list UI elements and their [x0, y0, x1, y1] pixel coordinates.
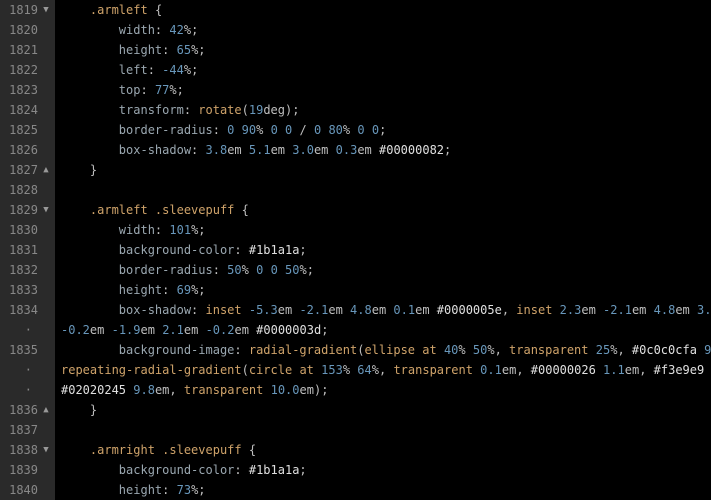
gutter-row: 1831	[6, 240, 52, 260]
line-number: 1833	[6, 280, 38, 300]
code-line[interactable]: .armleft {	[61, 0, 711, 20]
line-number: 1840	[6, 480, 38, 500]
gutter: 1819▼18201821182218231824182518261827▲18…	[0, 0, 55, 500]
gutter-row: 1823	[6, 80, 52, 100]
gutter-row: 1840	[6, 480, 52, 500]
gutter-row: 1826	[6, 140, 52, 160]
gutter-row: 1829▼	[6, 200, 52, 220]
gutter-row: ·	[6, 320, 52, 340]
fold-icon[interactable]: ▼	[40, 440, 52, 460]
fold-icon[interactable]: ▼	[40, 0, 52, 20]
gutter-row: ·	[6, 360, 52, 380]
gutter-row: 1819▼	[6, 0, 52, 20]
line-number: 1820	[6, 20, 38, 40]
line-number: 1830	[6, 220, 38, 240]
code-line[interactable]: }	[61, 400, 711, 420]
gutter-row: 1835	[6, 340, 52, 360]
gutter-row: 1837	[6, 420, 52, 440]
code-line[interactable]	[61, 420, 711, 440]
line-number: 1836	[6, 400, 38, 420]
gutter-row: 1832	[6, 260, 52, 280]
wrap-indicator-icon: ·	[6, 380, 38, 400]
code-line[interactable]: transform: rotate(19deg);	[61, 100, 711, 120]
gutter-row: 1830	[6, 220, 52, 240]
gutter-row: 1827▲	[6, 160, 52, 180]
line-number: 1828	[6, 180, 38, 200]
line-number: 1821	[6, 40, 38, 60]
code-line[interactable]: -0.2em -1.9em 2.1em -0.2em #0000003d;	[61, 320, 711, 340]
code-line[interactable]: width: 42%;	[61, 20, 711, 40]
line-number: 1819	[6, 0, 38, 20]
line-number: 1824	[6, 100, 38, 120]
code-line[interactable]: .armright .sleevepuff {	[61, 440, 711, 460]
gutter-row: 1821	[6, 40, 52, 60]
gutter-row: 1833	[6, 280, 52, 300]
code-line[interactable]: box-shadow: 3.8em 5.1em 3.0em 0.3em #000…	[61, 140, 711, 160]
wrap-indicator-icon: ·	[6, 320, 38, 340]
code-line[interactable]: height: 73%;	[61, 480, 711, 500]
line-number: 1837	[6, 420, 38, 440]
line-number: 1823	[6, 80, 38, 100]
code-line[interactable]: top: 77%;	[61, 80, 711, 100]
line-number: 1826	[6, 140, 38, 160]
code-line[interactable]: background-color: #1b1a1a;	[61, 460, 711, 480]
code-line[interactable]: repeating-radial-gradient(circle at 153%…	[61, 360, 711, 380]
gutter-row: ·	[6, 380, 52, 400]
gutter-row: 1834	[6, 300, 52, 320]
gutter-row: 1838▼	[6, 440, 52, 460]
line-number: 1834	[6, 300, 38, 320]
code-line[interactable]: left: -44%;	[61, 60, 711, 80]
line-number: 1831	[6, 240, 38, 260]
wrap-indicator-icon: ·	[6, 360, 38, 380]
code-line[interactable]: border-radius: 50% 0 0 50%;	[61, 260, 711, 280]
code-line[interactable]: border-radius: 0 90% 0 0 / 0 80% 0 0;	[61, 120, 711, 140]
gutter-row: 1839	[6, 460, 52, 480]
code-line[interactable]: }	[61, 160, 711, 180]
line-number: 1825	[6, 120, 38, 140]
code-line[interactable]: height: 65%;	[61, 40, 711, 60]
fold-icon[interactable]: ▼	[40, 200, 52, 220]
code-line[interactable]: background-color: #1b1a1a;	[61, 240, 711, 260]
code-line[interactable]: #02020245 9.8em, transparent 10.0em);	[61, 380, 711, 400]
gutter-row: 1828	[6, 180, 52, 200]
code-line[interactable]: .armleft .sleevepuff {	[61, 200, 711, 220]
gutter-row: 1836▲	[6, 400, 52, 420]
code-line[interactable]	[61, 180, 711, 200]
fold-icon[interactable]: ▲	[40, 160, 52, 180]
line-number: 1827	[6, 160, 38, 180]
line-number: 1829	[6, 200, 38, 220]
line-number: 1835	[6, 340, 38, 360]
line-number: 1822	[6, 60, 38, 80]
gutter-row: 1820	[6, 20, 52, 40]
gutter-row: 1822	[6, 60, 52, 80]
fold-icon[interactable]: ▲	[40, 400, 52, 420]
code-editor[interactable]: .armleft { width: 42%; height: 65%; left…	[55, 0, 711, 500]
code-line[interactable]: height: 69%;	[61, 280, 711, 300]
code-line[interactable]: width: 101%;	[61, 220, 711, 240]
line-number: 1832	[6, 260, 38, 280]
gutter-row: 1824	[6, 100, 52, 120]
line-number: 1839	[6, 460, 38, 480]
line-number: 1838	[6, 440, 38, 460]
code-line[interactable]: background-image: radial-gradient(ellips…	[61, 340, 711, 360]
gutter-row: 1825	[6, 120, 52, 140]
code-line[interactable]: box-shadow: inset -5.3em -2.1em 4.8em 0.…	[61, 300, 711, 320]
